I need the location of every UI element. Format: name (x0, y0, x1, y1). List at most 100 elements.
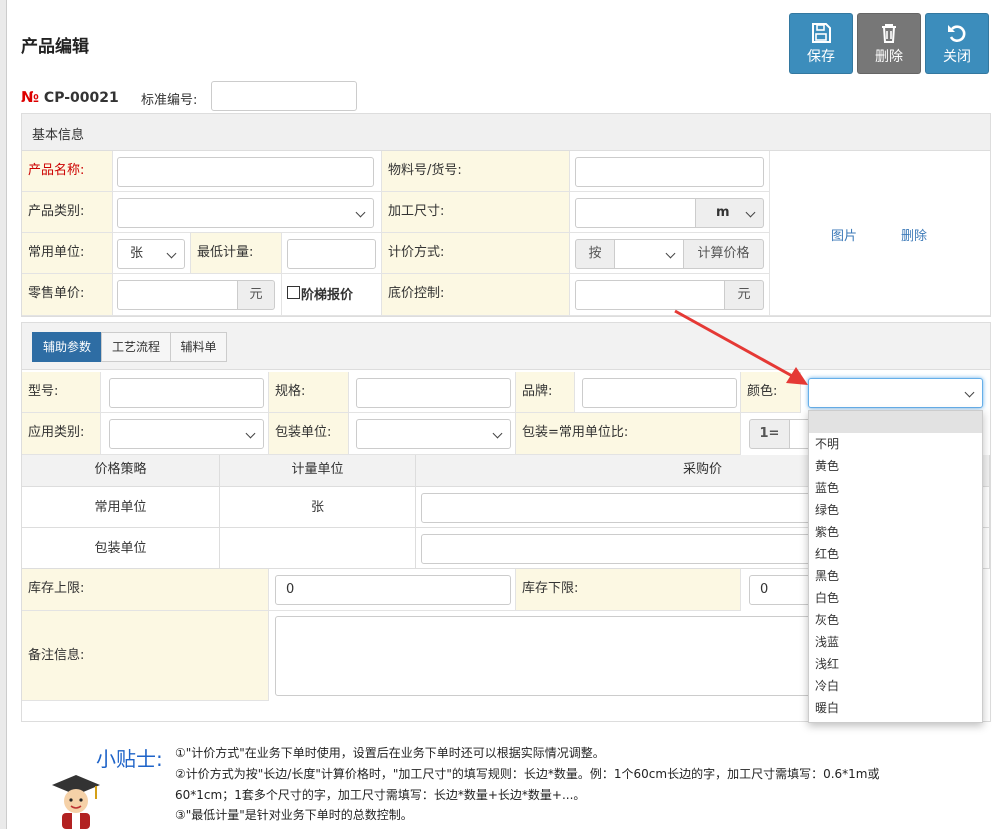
chevron-down-icon (665, 248, 676, 259)
pricing-prefix: 按 (575, 239, 615, 269)
save-icon (812, 23, 831, 43)
stock-upper-input[interactable]: 0 (275, 575, 511, 605)
close-button[interactable]: 关闭 (925, 13, 989, 74)
chevron-down-icon (964, 387, 975, 398)
color-option[interactable] (809, 411, 982, 433)
tip-line-2: ②计价方式为按"长边/长度"计算价格时，"加工尺寸"的填写规则：长边*数量。例：… (175, 767, 880, 781)
color-option[interactable]: 灰色 (809, 609, 982, 631)
common-unit-select[interactable]: 张 (117, 239, 185, 269)
save-label: 保存 (807, 49, 835, 65)
pricing-method-select[interactable] (614, 239, 684, 269)
brand-label: 品牌: (516, 372, 575, 413)
pkg-unit-label: 包装单位: (269, 413, 349, 455)
common-unit-value: 张 (130, 246, 144, 261)
delete-label: 删除 (875, 49, 903, 65)
color-select[interactable] (808, 378, 983, 408)
color-option[interactable]: 冷白 (809, 675, 982, 697)
color-option[interactable]: 黄色 (809, 455, 982, 477)
chevron-down-icon (745, 207, 756, 218)
image-link[interactable]: 图片 (831, 225, 857, 244)
row-unit-package (220, 528, 416, 569)
pkg-unit-select[interactable] (356, 419, 511, 449)
color-option[interactable]: 浅红 (809, 653, 982, 675)
chevron-down-icon (166, 248, 177, 259)
basic-info-header: 基本信息 (22, 114, 990, 151)
remark-textarea[interactable] (275, 616, 820, 696)
purchase-price-package-input[interactable] (421, 534, 816, 564)
calculate-price-button[interactable]: 计算价格 (683, 239, 764, 269)
delete-button[interactable]: 删除 (857, 13, 921, 74)
tip-line-1: ①"计价方式"在业务下单时使用，设置后在业务下单时还可以根据实际情况调整。 (175, 746, 605, 760)
process-size-input[interactable] (575, 198, 696, 228)
image-delete-link[interactable]: 删除 (901, 225, 927, 244)
background-window-edge (0, 0, 7, 829)
tab-accessory-list[interactable]: 辅料单 (170, 332, 227, 362)
color-option[interactable]: 红色 (809, 543, 982, 565)
model-input[interactable] (109, 378, 264, 408)
purchase-price-common-input[interactable] (421, 493, 816, 523)
retail-yuan-addon: 元 (237, 280, 275, 310)
tab-process-flow[interactable]: 工艺流程 (101, 332, 171, 362)
color-option[interactable]: 紫色 (809, 521, 982, 543)
page-title: 产品编辑 (21, 37, 89, 57)
product-name-input[interactable] (117, 157, 374, 187)
tier-price-checkbox[interactable] (287, 286, 300, 299)
size-unit-select[interactable]: m (695, 198, 764, 228)
chevron-down-icon (492, 428, 503, 439)
ratio-prefix: 1= (749, 419, 790, 449)
app-type-select[interactable] (109, 419, 264, 449)
spec-label: 规格: (269, 372, 349, 413)
standard-number-input[interactable] (211, 81, 357, 111)
min-qty-input[interactable] (287, 239, 376, 269)
basic-info-title: 基本信息 (32, 128, 85, 143)
color-option[interactable]: 暖白 (809, 697, 982, 719)
pricing-method-label: 计价方式: (382, 233, 570, 274)
image-cell (770, 151, 990, 316)
color-option[interactable]: 蓝色 (809, 477, 982, 499)
product-number: № CP-00021 (21, 88, 119, 106)
product-edit-page: { "page_title":"产品编辑", "toolbar":{"save"… (0, 0, 1005, 829)
retail-price-input[interactable] (117, 280, 238, 310)
pkg-ratio-label: 包装=常用单位比: (516, 413, 741, 455)
color-option[interactable]: 浅蓝 (809, 631, 982, 653)
number-symbol: № (21, 88, 40, 106)
material-no-label: 物料号/货号: (382, 151, 570, 192)
close-label: 关闭 (943, 49, 971, 65)
color-option[interactable]: 绿色 (809, 499, 982, 521)
save-button[interactable]: 保存 (789, 13, 853, 74)
category-select[interactable] (117, 198, 374, 228)
spec-input[interactable] (356, 378, 511, 408)
chevron-down-icon (245, 428, 256, 439)
remark-label: 备注信息: (22, 611, 269, 701)
retail-price-label: 零售单价: (22, 274, 113, 316)
common-unit-label: 常用单位: (22, 233, 113, 274)
stock-lower-label: 库存下限: (516, 569, 741, 611)
category-label: 产品类别: (22, 192, 113, 233)
measure-unit-header: 计量单位 (220, 455, 416, 487)
row-strategy-common: 常用单位 (22, 487, 220, 528)
material-no-input[interactable] (575, 157, 764, 187)
process-size-label: 加工尺寸: (382, 192, 570, 233)
min-qty-label: 最低计量: (191, 233, 282, 274)
color-dropdown-list[interactable]: 不明 黄色 蓝色 绿色 紫色 红色 黑色 白色 灰色 浅蓝 浅红 冷白 暖白 (808, 410, 983, 723)
undo-icon (948, 25, 966, 42)
app-type-label: 应用类别: (22, 413, 101, 455)
model-label: 型号: (22, 372, 101, 413)
product-number-value: CP-00021 (43, 90, 119, 106)
color-option[interactable]: 黑色 (809, 565, 982, 587)
floor-price-label: 底价控制: (382, 274, 570, 316)
red-arrow-annotation (674, 309, 808, 385)
color-option[interactable]: 白色 (809, 587, 982, 609)
row-strategy-package: 包装单位 (22, 528, 220, 569)
chevron-down-icon (355, 207, 366, 218)
teacher-mascot-icon (52, 775, 100, 829)
price-strategy-header: 价格策略 (22, 455, 220, 487)
tab-aux-params[interactable]: 辅助参数 (32, 332, 102, 362)
product-name-label: 产品名称: (22, 151, 113, 192)
tip-line-3: 60*1cm；1套多个尺寸的字，加工尺寸需填写：长边*数量+长边*数量+...。 (175, 788, 586, 802)
color-option[interactable]: 不明 (809, 433, 982, 455)
trash-icon (882, 24, 896, 43)
standard-number-label: 标准编号: (141, 93, 198, 108)
size-unit-value: m (716, 205, 730, 220)
tier-price-label: 阶梯报价 (301, 288, 354, 303)
